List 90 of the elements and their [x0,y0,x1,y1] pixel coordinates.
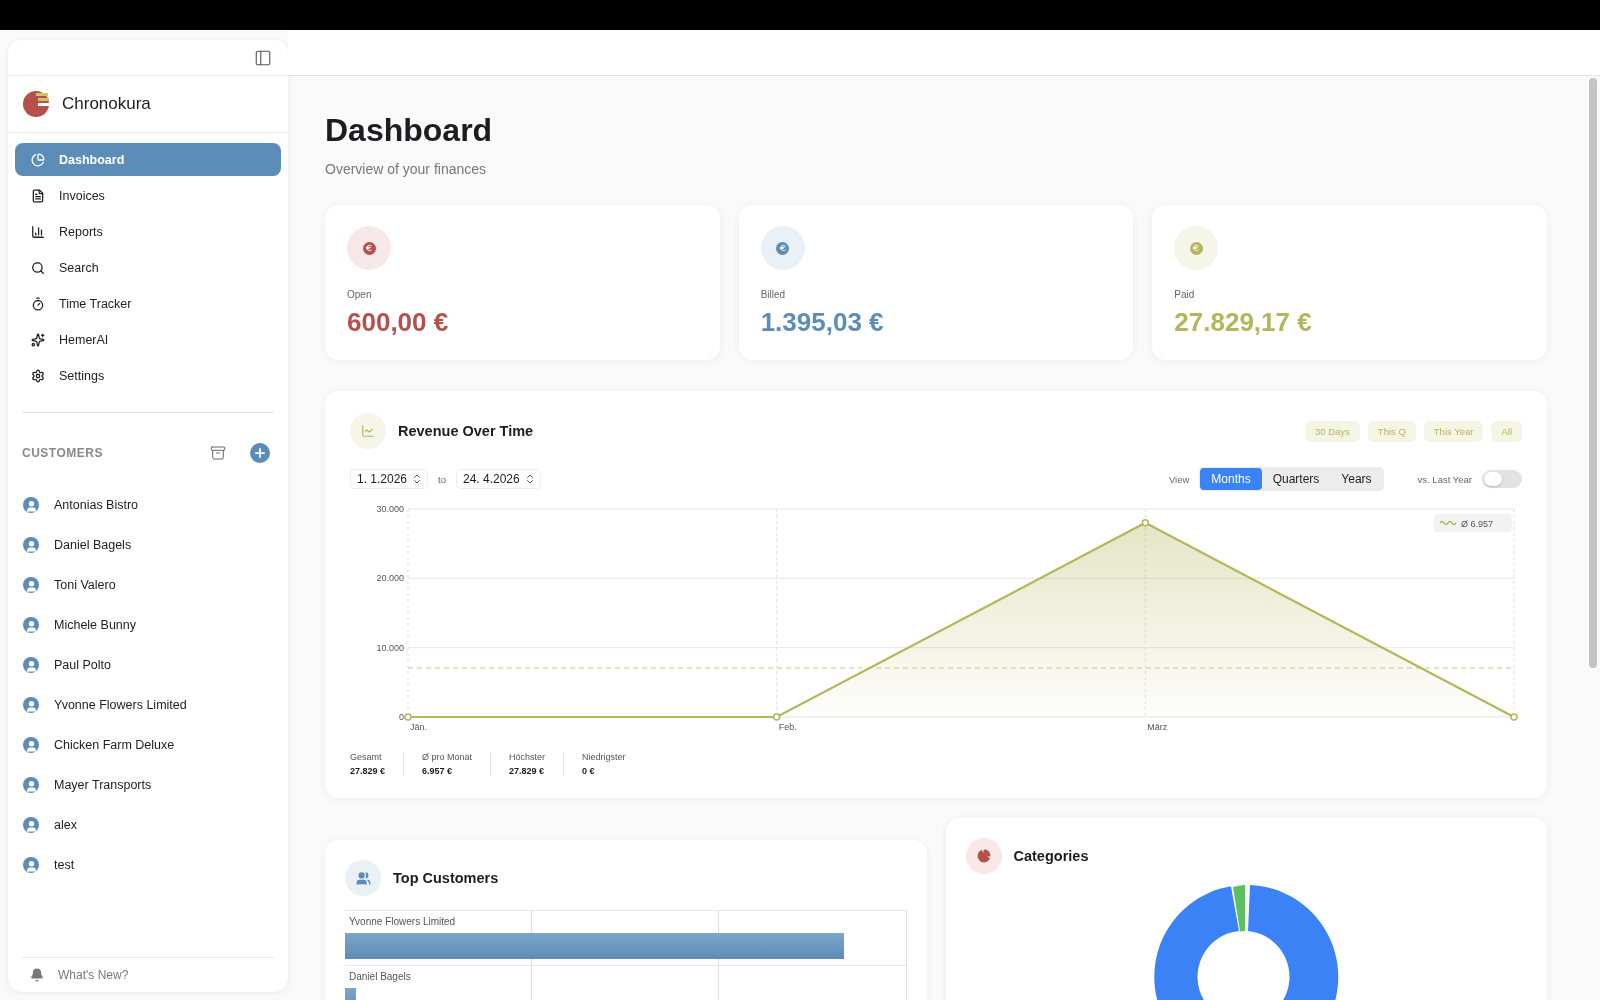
customer-item[interactable]: Antonias Bistro [23,493,273,516]
view-tab[interactable]: Months [1200,468,1262,490]
nav-item[interactable]: Settings [15,359,281,392]
nav-item[interactable]: Reports [15,215,281,248]
stat-label: Open [347,289,373,300]
compare-toggle[interactable] [1482,470,1522,488]
card-title: Revenue Over Time [398,423,535,439]
customer-item[interactable]: Yvonne Flowers Limited [23,693,273,716]
user-icon [23,816,39,833]
bar-chart-icon [31,224,45,239]
logo-icon [22,90,50,118]
axis-label: 10.000 [376,642,404,653]
data-point [1510,713,1518,721]
search-icon [31,260,45,275]
axis-label: Feb. [778,722,797,732]
user-icon [23,576,39,593]
customer-item[interactable]: Daniel Bagels [23,533,273,556]
summary-label: Gesamt [350,752,383,762]
customer-item[interactable]: Chicken Farm Deluxe [23,733,273,756]
customer-item[interactable]: Toni Valero [23,573,273,596]
page-title: Dashboard [325,112,494,149]
pie-chart-icon [965,838,1002,874]
nav-item[interactable]: HemerAI [15,323,281,356]
stat-value: 1.395,03 € [760,307,885,338]
nav-item[interactable]: Time Tracker [15,287,281,320]
sparkles-icon [31,332,45,347]
summary-label: Ø pro Monat [422,752,473,762]
axis-label: 30.000 [376,504,404,514]
stat-value: 600,00 € [347,307,450,338]
summary-value: 6.957 € [422,766,454,776]
summary-value: 27.829 € [509,766,546,776]
axis-label: März [1147,722,1168,732]
add-button[interactable] [250,443,270,463]
data-point [1141,519,1150,527]
stat-label: Billed [760,289,787,300]
axis-label: 0 [399,712,404,722]
date-field[interactable]: 1. 1.2026 [350,469,429,489]
sidebar-toggle-icon[interactable] [254,48,272,67]
legend-wave-icon [1439,520,1457,526]
page-subtitle: Overview of your finances [325,161,488,177]
user-icon [23,696,39,713]
user-icon [23,496,39,513]
nav-item[interactable]: Search [15,251,281,284]
user-icon [23,776,39,793]
user-icon [23,536,39,553]
range-separator: to [438,473,446,485]
stat-value: 27.829,17 € [1174,307,1313,338]
customer-item[interactable]: Michele Bunny [23,613,273,636]
view-label: View [1168,473,1190,485]
data-point [772,713,781,721]
customer-item[interactable]: alex [23,813,273,836]
date-field[interactable]: 24. 4.2026 [456,469,541,489]
document-icon [31,188,45,203]
timer-icon [31,296,45,311]
whats-new-link[interactable]: What's New? [58,968,129,982]
data-point [404,713,412,721]
archive-button[interactable] [210,445,226,461]
line-chart-icon [350,413,386,449]
customer-item[interactable]: Mayer Transports [23,773,273,796]
user-icon [23,736,39,753]
section-heading: CUSTOMERS [22,446,104,460]
bell-icon [30,968,44,982]
user-icon [23,656,39,673]
summary-label: Niedrigster [582,752,626,762]
pie-chart-icon [31,152,45,167]
customer-item[interactable]: Paul Polto [23,653,273,676]
stat-label: Paid [1174,289,1196,300]
nav-item[interactable]: Dashboard [15,143,281,176]
compare-label: vs. Last Year [1417,473,1472,485]
brand-name: Chronokura [62,94,151,114]
card-title: Categories [1013,848,1090,864]
summary-value: 0 € [582,766,596,776]
user-icon [23,856,39,873]
summary-value: 27.829 € [350,766,386,776]
bar-label: Yvonne Flowers Limited [348,916,457,927]
settings-icon [31,368,45,383]
legend-label: Ø 6.957 [1461,518,1494,529]
user-icon [23,616,39,633]
axis-label: 20.000 [376,573,404,584]
users-icon [345,860,381,896]
nav-item[interactable]: Invoices [15,179,281,212]
scrollbar[interactable] [1589,78,1597,668]
summary-label: Höchster [509,752,546,762]
view-tab[interactable]: Quarters [1261,468,1331,490]
plus-icon [253,446,267,460]
card-title: Top Customers [393,870,500,886]
bar-label: Daniel Bagels [348,971,412,982]
view-tab[interactable]: Years [1330,468,1383,490]
customer-item[interactable]: test [23,853,273,876]
axis-label: Jän. [410,722,427,732]
